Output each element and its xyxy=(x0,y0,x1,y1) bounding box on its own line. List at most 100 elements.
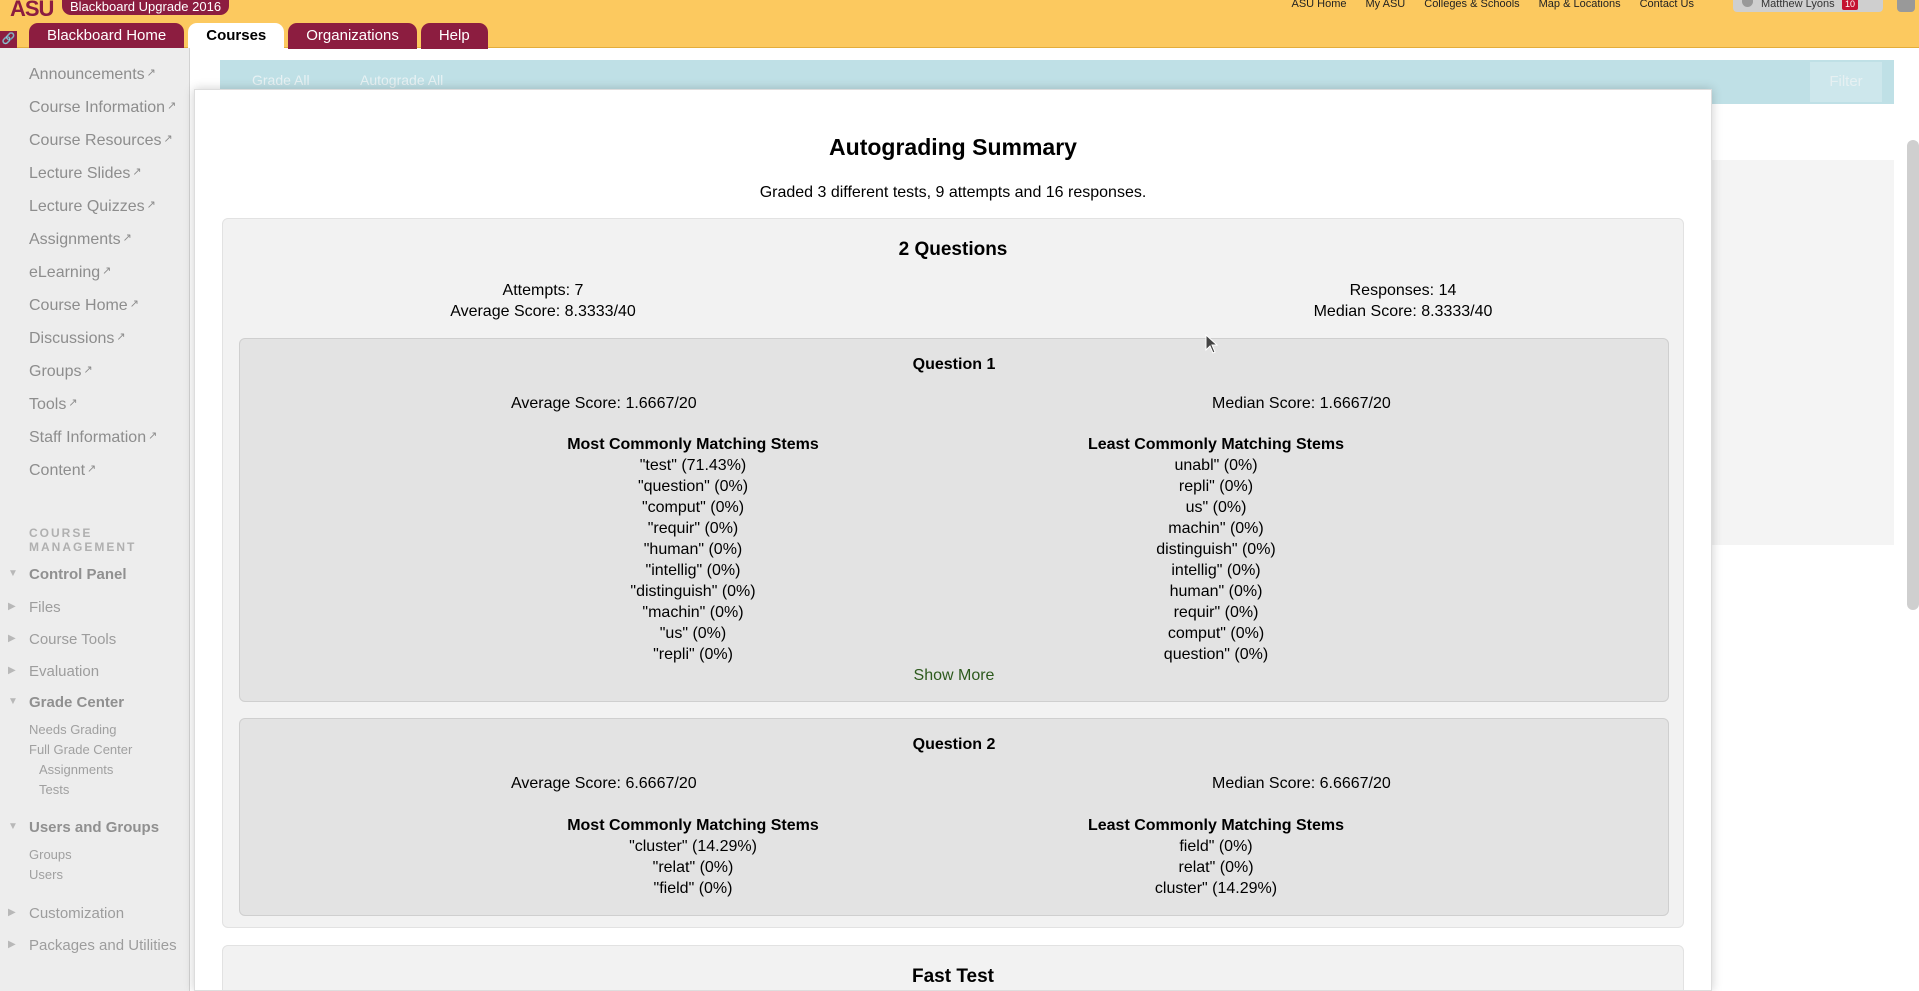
top-link-colleges[interactable]: Colleges & Schools xyxy=(1424,0,1519,12)
question-median-score: Median Score: 6.6667/20 xyxy=(1212,775,1391,792)
stem-item: unabl" (0%) xyxy=(1174,457,1258,474)
stem-item: intellig" (0%) xyxy=(1171,562,1261,579)
top-link-my-asu[interactable]: My ASU xyxy=(1366,0,1406,12)
top-link-contact[interactable]: Contact Us xyxy=(1640,0,1694,12)
most-common-stems: Most Commonly Matching Stems "cluster" (… xyxy=(513,815,873,899)
grade-all-button[interactable]: Grade All xyxy=(252,72,310,88)
filter-button[interactable]: Filter xyxy=(1810,62,1882,102)
control-panel-course-tools[interactable]: Course Tools xyxy=(29,631,116,648)
link-icon[interactable]: 🔗 xyxy=(0,31,17,48)
top-link-map[interactable]: Map & Locations xyxy=(1539,0,1621,12)
tab-blackboard-home[interactable]: Blackboard Home xyxy=(29,23,185,49)
least-common-heading: Least Commonly Matching Stems xyxy=(1087,817,1345,834)
autograde-all-button[interactable]: Autograde All xyxy=(360,72,443,88)
sidebar-item-course-home[interactable]: Course Home ↗ xyxy=(29,297,139,315)
sidebar-item-course-resources[interactable]: Course Resources ↗ xyxy=(29,132,173,150)
top-link-asu-home[interactable]: ASU Home xyxy=(1291,0,1346,12)
stem-item: "intellig" (0%) xyxy=(645,562,741,579)
stem-item: cluster" (14.29%) xyxy=(1154,880,1278,897)
external-link-icon: ↗ xyxy=(87,463,97,475)
course-sidebar: Announcements ↗ Course Information ↗ Cours… xyxy=(0,48,190,991)
most-common-stems: Most Commonly Matching Stems "test" (71.… xyxy=(513,434,873,665)
question-title: Question 1 xyxy=(912,356,996,373)
external-link-icon: ↗ xyxy=(122,232,132,244)
median-score: Median Score: 8.3333/40 xyxy=(1313,303,1493,320)
control-panel-packages[interactable]: Packages and Utilities xyxy=(29,937,177,954)
sidebar-item-course-information[interactable]: Course Information ↗ xyxy=(29,99,176,117)
caret-right-icon[interactable]: ▶ xyxy=(8,907,16,918)
caret-right-icon[interactable]: ▶ xyxy=(8,939,16,950)
sidebar-item-elearning[interactable]: eLearning ↗ xyxy=(29,264,111,282)
users-groups-groups[interactable]: Groups xyxy=(29,847,72,862)
stem-item: "machin" (0%) xyxy=(642,604,744,621)
tab-courses[interactable]: Courses xyxy=(188,23,285,49)
stem-item: "requir" (0%) xyxy=(647,520,739,537)
grade-center-full[interactable]: Full Grade Center xyxy=(29,742,132,757)
caret-right-icon[interactable]: ▶ xyxy=(8,665,16,676)
stem-item: requir" (0%) xyxy=(1173,604,1259,621)
least-common-stems: Least Commonly Matching Stems unabl" (0%… xyxy=(1036,434,1396,665)
stem-item: us" (0%) xyxy=(1185,499,1247,516)
test-title: 2 Questions xyxy=(898,239,1008,260)
caret-down-icon[interactable]: ▼ xyxy=(8,821,18,832)
show-more-link[interactable]: Show More xyxy=(240,667,1668,685)
question-median-score: Median Score: 1.6667/20 xyxy=(1212,395,1391,412)
caret-down-icon[interactable]: ▼ xyxy=(8,696,18,707)
stem-item: "relat" (0%) xyxy=(652,859,734,876)
external-link-icon: ↗ xyxy=(132,166,142,178)
control-panel-files[interactable]: Files xyxy=(29,599,61,616)
tab-help[interactable]: Help xyxy=(420,23,488,49)
question-average-score: Average Score: 1.6667/20 xyxy=(511,395,697,412)
sidebar-item-lecture-slides[interactable]: Lecture Slides ↗ xyxy=(29,165,142,183)
user-name: Matthew Lyons xyxy=(1761,0,1835,10)
stem-item: "cluster" (14.29%) xyxy=(629,838,757,855)
mouse-cursor-icon xyxy=(1205,334,1219,354)
sidebar-item-announcements[interactable]: Announcements ↗ xyxy=(29,66,156,84)
grade-center-heading[interactable]: Grade Center xyxy=(29,694,124,711)
sidebar-item-discussions[interactable]: Discussions ↗ xyxy=(29,330,126,348)
test-title: Fast Test xyxy=(911,966,994,987)
grade-center-tests[interactable]: Tests xyxy=(39,782,69,797)
average-score: Average Score: 8.3333/40 xyxy=(450,303,636,320)
sidebar-item-groups[interactable]: Groups ↗ xyxy=(29,363,93,381)
autograding-summary-modal: Autograding Summary Graded 3 different t… xyxy=(194,89,1712,991)
question-card: Question 2 Average Score: 6.6667/20 Medi… xyxy=(239,718,1669,916)
external-link-icon: ↗ xyxy=(116,331,126,343)
control-panel-evaluation[interactable]: Evaluation xyxy=(29,663,99,680)
notification-badge[interactable]: 10 xyxy=(1842,0,1858,10)
tab-organizations[interactable]: Organizations xyxy=(288,23,417,49)
brand-label: Blackboard Upgrade 2016 xyxy=(62,0,230,15)
modal-title: Autograding Summary xyxy=(829,134,1077,160)
external-link-icon: ↗ xyxy=(167,100,177,112)
sidebar-item-lecture-quizzes[interactable]: Lecture Quizzes ↗ xyxy=(29,198,156,216)
sidebar-item-content[interactable]: Content ↗ xyxy=(29,462,96,480)
grade-center-assignments[interactable]: Assignments xyxy=(39,762,113,777)
top-links: ASU Home My ASU Colleges & Schools Map &… xyxy=(1291,0,1694,12)
attempts-count: Attempts: 7 xyxy=(502,282,584,299)
caret-down-icon[interactable]: ▼ xyxy=(8,568,18,579)
caret-right-icon[interactable]: ▶ xyxy=(8,633,16,644)
external-link-icon: ↗ xyxy=(163,133,173,145)
stem-item: human" (0%) xyxy=(1169,583,1263,600)
stem-item: relat" (0%) xyxy=(1178,859,1254,876)
users-and-groups-heading[interactable]: Users and Groups xyxy=(29,819,159,836)
user-menu[interactable]: Matthew Lyons 10 xyxy=(1733,0,1883,12)
course-management-label: COURSE MANAGEMENT xyxy=(29,526,137,554)
sidebar-item-tools[interactable]: Tools ↗ xyxy=(29,396,78,414)
stem-item: comput" (0%) xyxy=(1167,625,1265,642)
stem-item: "distinguish" (0%) xyxy=(630,583,756,600)
grade-center-needs-grading[interactable]: Needs Grading xyxy=(29,722,116,737)
users-groups-users[interactable]: Users xyxy=(29,867,63,882)
control-panel-customization[interactable]: Customization xyxy=(29,905,124,922)
caret-right-icon[interactable]: ▶ xyxy=(8,601,16,612)
stem-item: "us" (0%) xyxy=(659,625,727,642)
test-stats-left: Attempts: 7 Average Score: 8.3333/40 xyxy=(383,280,703,322)
avatar xyxy=(1742,0,1753,7)
power-icon[interactable] xyxy=(1897,0,1915,12)
stem-item: question" (0%) xyxy=(1163,646,1269,663)
sidebar-item-assignments[interactable]: Assignments ↗ xyxy=(29,231,132,249)
asu-logo[interactable]: ASU xyxy=(10,0,54,22)
page-scrollbar[interactable] xyxy=(1907,140,1919,610)
sidebar-item-staff-information[interactable]: Staff Information ↗ xyxy=(29,429,157,447)
control-panel-heading[interactable]: Control Panel xyxy=(29,566,127,583)
